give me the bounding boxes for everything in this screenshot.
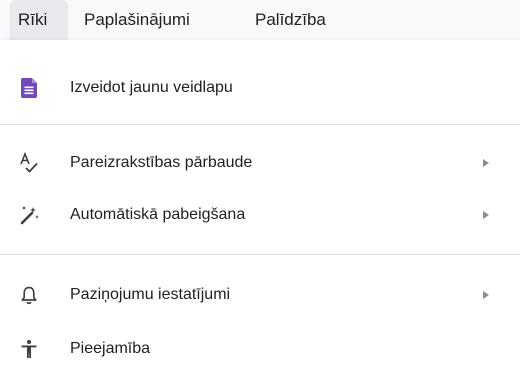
forms-icon: [18, 77, 40, 99]
menu-item-label: Izveidot jaunu veidlapu: [70, 79, 233, 96]
menu-item-label: Pareizrakstības pārbaude: [70, 154, 253, 171]
bell-icon: [18, 284, 40, 306]
submenu-arrow-icon: [483, 159, 489, 167]
accessibility-icon: [18, 338, 40, 360]
menu-item-label: Paziņojumu iestatījumi: [70, 286, 231, 303]
menu-item-spellcheck[interactable]: Pareizrakstības pārbaude: [0, 141, 520, 185]
menu-divider: [0, 124, 520, 125]
menu-help[interactable]: Palīdzība: [255, 0, 326, 40]
menu-item-accessibility[interactable]: Pieejamība: [0, 327, 520, 371]
submenu-arrow-icon: [483, 291, 489, 299]
menu-extensions-label: Paplašinājumi: [84, 10, 190, 29]
menu-item-notification-settings[interactable]: Paziņojumu iestatījumi: [0, 273, 520, 317]
menu-tools[interactable]: Rīki: [10, 0, 68, 40]
submenu-arrow-icon: [483, 211, 489, 219]
magic-wand-icon: [18, 204, 40, 226]
menu-help-label: Palīdzība: [255, 10, 326, 29]
menu-bar: Rīki Paplašinājumi Palīdzība: [0, 0, 520, 40]
menu-item-label: Automātiskā pabeigšana: [70, 206, 246, 223]
menu-item-create-form[interactable]: Izveidot jaunu veidlapu: [0, 66, 520, 110]
spellcheck-icon: [18, 152, 40, 174]
menu-tools-label: Rīki: [18, 10, 48, 29]
menu-divider: [0, 254, 520, 255]
tools-dropdown-menu: Izveidot jaunu veidlapu Pareizrakstības …: [0, 40, 520, 381]
menu-extensions[interactable]: Paplašinājumi: [84, 0, 190, 40]
menu-item-label: Pieejamība: [70, 340, 151, 357]
menu-item-autocomplete[interactable]: Automātiskā pabeigšana: [0, 193, 520, 237]
